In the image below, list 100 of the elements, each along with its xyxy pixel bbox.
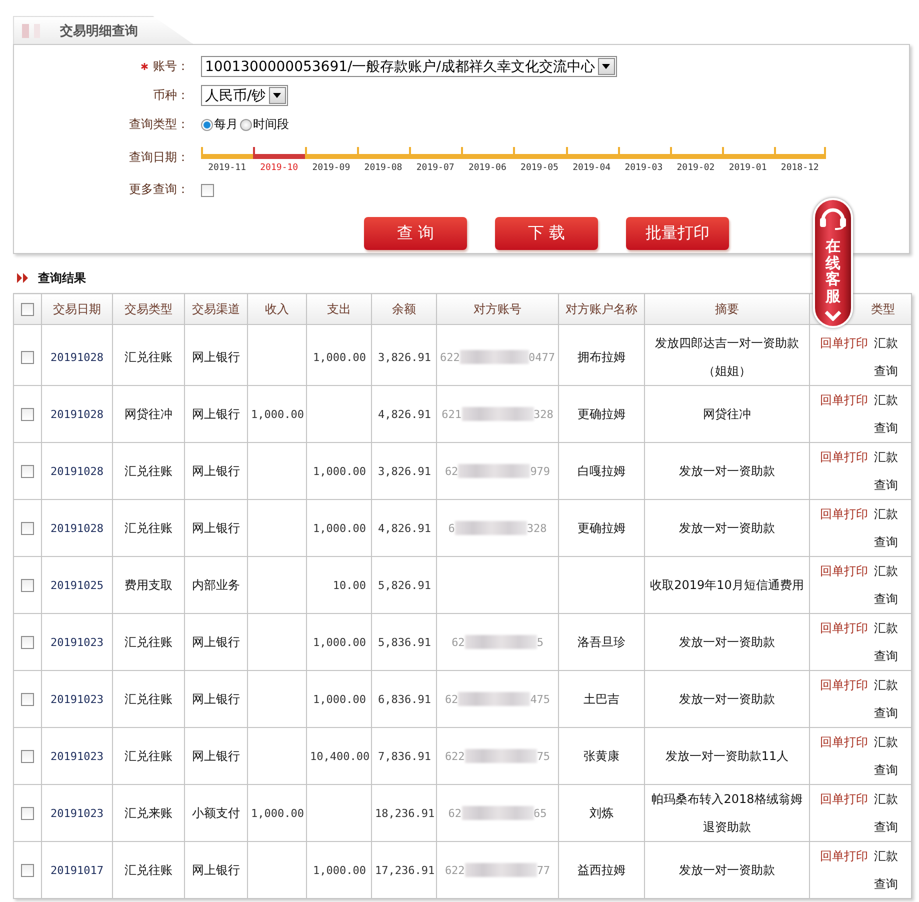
checkbox[interactable] bbox=[21, 522, 34, 536]
table-cell: 益西拉姆 bbox=[578, 862, 626, 876]
field-label: 更多查询： bbox=[129, 181, 189, 198]
receipt-print-link[interactable]: 回单打印 bbox=[820, 849, 868, 863]
checkbox[interactable] bbox=[21, 579, 34, 592]
month-segment[interactable]: 2019-05 bbox=[513, 147, 566, 173]
checkbox[interactable] bbox=[21, 465, 34, 478]
checkbox[interactable] bbox=[21, 408, 34, 422]
receipt-print-link[interactable]: 回单打印 bbox=[820, 792, 868, 806]
table-cell: 网上银行 bbox=[192, 862, 240, 876]
table-cell: 20191028 bbox=[50, 408, 104, 420]
transfer-query-link[interactable]: 汇款查询 bbox=[874, 444, 900, 498]
headset-icon bbox=[819, 206, 847, 230]
table-cell: 979 bbox=[530, 464, 550, 478]
table-cell: 328 bbox=[526, 522, 547, 534]
month-segment[interactable]: 2019-02 bbox=[670, 147, 722, 173]
checkbox[interactable] bbox=[201, 184, 214, 197]
radio-label[interactable]: 每月 bbox=[214, 116, 238, 133]
month-segment[interactable]: 2019-04 bbox=[566, 147, 618, 173]
month-segment[interactable]: 2018-12 bbox=[774, 147, 826, 173]
table-cell: 网上银行 bbox=[192, 350, 240, 364]
table-cell: 20191028 bbox=[50, 464, 104, 478]
section-title: 查询结果 bbox=[38, 270, 86, 286]
receipt-print-link[interactable]: 回单打印 bbox=[820, 393, 868, 407]
masked-digits bbox=[462, 407, 534, 421]
table-cell: 发放一对一资助款 bbox=[679, 692, 775, 706]
table-cell: 6,836.91 bbox=[378, 692, 431, 706]
column-header: 支出 bbox=[327, 302, 351, 316]
checkbox[interactable] bbox=[21, 750, 34, 764]
online-service-button[interactable]: 在线客服 bbox=[813, 198, 853, 328]
transfer-query-link[interactable]: 汇款查询 bbox=[874, 672, 900, 726]
month-segment[interactable]: 2019-10 bbox=[253, 147, 306, 173]
table-cell: 发放一对一资助款11人 bbox=[665, 749, 789, 763]
receipt-print-link[interactable]: 回单打印 bbox=[820, 564, 868, 578]
action-button[interactable]: 下 载 bbox=[495, 217, 598, 250]
table-cell: 发放一对一资助款 bbox=[679, 635, 775, 649]
radio-button[interactable] bbox=[201, 118, 213, 130]
table-cell: 5,826.91 bbox=[378, 578, 431, 592]
month-segment[interactable]: 2019-08 bbox=[357, 147, 410, 173]
transfer-query-link[interactable]: 汇款查询 bbox=[874, 558, 900, 612]
transfer-query-link[interactable]: 汇款查询 bbox=[874, 500, 900, 556]
receipt-print-link[interactable]: 回单打印 bbox=[820, 336, 868, 350]
account-dropdown[interactable]: 1001300000053691/一般存款账户/成都祥久幸文化交流中心 bbox=[201, 56, 617, 77]
month-segment[interactable]: 2019-06 bbox=[461, 147, 514, 173]
transfer-query-link[interactable]: 汇款查询 bbox=[874, 842, 900, 898]
table-cell: 1,000.00 bbox=[313, 636, 366, 648]
table-cell: 更确拉姆 bbox=[578, 520, 626, 534]
checkbox[interactable] bbox=[21, 693, 34, 706]
field-label: 查询日期： bbox=[129, 148, 189, 166]
table-cell: 1,000.00 bbox=[251, 408, 304, 420]
table-cell: 17,236.91 bbox=[375, 864, 435, 876]
action-button[interactable]: 批量打印 bbox=[626, 217, 729, 250]
table-cell: 网贷往冲 bbox=[703, 407, 751, 421]
action-button[interactable]: 查 询 bbox=[364, 217, 467, 250]
table-cell: 20191017 bbox=[50, 864, 104, 876]
transfer-query-link[interactable]: 汇款查询 bbox=[874, 614, 900, 670]
table-cell: 网上银行 bbox=[192, 692, 240, 706]
table-cell: 土巴吉 bbox=[584, 692, 620, 706]
table-cell: 汇兑往账 bbox=[124, 862, 172, 876]
checkbox[interactable] bbox=[21, 807, 34, 820]
receipt-print-link[interactable]: 回单打印 bbox=[820, 507, 868, 521]
receipt-print-link[interactable]: 回单打印 bbox=[820, 678, 868, 692]
table-cell: 622 bbox=[444, 750, 465, 762]
transfer-query-link[interactable]: 汇款查询 bbox=[874, 329, 900, 384]
receipt-print-link[interactable]: 回单打印 bbox=[820, 735, 868, 749]
transfer-query-link[interactable]: 汇款查询 bbox=[874, 386, 900, 442]
receipt-print-link[interactable]: 回单打印 bbox=[820, 621, 868, 635]
month-segment[interactable]: 2019-01 bbox=[722, 147, 774, 173]
checkbox[interactable] bbox=[21, 864, 34, 878]
receipt-print-link[interactable]: 回单打印 bbox=[820, 450, 868, 464]
column-header: 类型 bbox=[871, 302, 895, 316]
table-cell: 网上银行 bbox=[192, 634, 240, 648]
transfer-query-link[interactable]: 汇款查询 bbox=[874, 728, 900, 784]
checkbox[interactable] bbox=[21, 303, 34, 316]
table-cell: 328 bbox=[534, 408, 554, 420]
month-segment[interactable]: 2019-09 bbox=[305, 147, 358, 173]
table-cell: 10.00 bbox=[332, 578, 366, 592]
table-cell: 汇兑往账 bbox=[124, 692, 172, 706]
table-cell: 汇兑往账 bbox=[124, 520, 172, 534]
table-cell: 发放一对一资助款 bbox=[679, 521, 775, 535]
month-segment[interactable]: 2019-07 bbox=[409, 147, 462, 173]
table-cell: 10,400.00 bbox=[310, 750, 370, 762]
checkbox[interactable] bbox=[21, 636, 34, 650]
table-cell: 小额支付 bbox=[192, 806, 240, 820]
transfer-query-link[interactable]: 汇款查询 bbox=[874, 786, 900, 840]
table-cell: 更确拉姆 bbox=[578, 406, 626, 420]
table-cell: 白嘎拉姆 bbox=[578, 464, 626, 478]
month-segment[interactable]: 2019-11 bbox=[201, 147, 254, 173]
table-cell: 费用支取 bbox=[124, 578, 172, 592]
table-cell: 汇兑往账 bbox=[124, 350, 172, 364]
radio-button[interactable] bbox=[240, 118, 252, 130]
column-header: 交易类型 bbox=[124, 302, 172, 316]
table-cell: 发放四郎达吉一对一资助款（姐姐） bbox=[655, 336, 799, 378]
currency-dropdown[interactable]: 人民币/钞 bbox=[201, 85, 288, 106]
table-cell: 洛吾旦珍 bbox=[578, 634, 626, 648]
month-segment[interactable]: 2019-03 bbox=[618, 147, 670, 173]
table-cell: 汇兑来账 bbox=[124, 806, 172, 820]
checkbox[interactable] bbox=[21, 351, 34, 364]
radio-label[interactable]: 时间段 bbox=[253, 116, 289, 133]
table-cell: 75 bbox=[536, 750, 550, 762]
